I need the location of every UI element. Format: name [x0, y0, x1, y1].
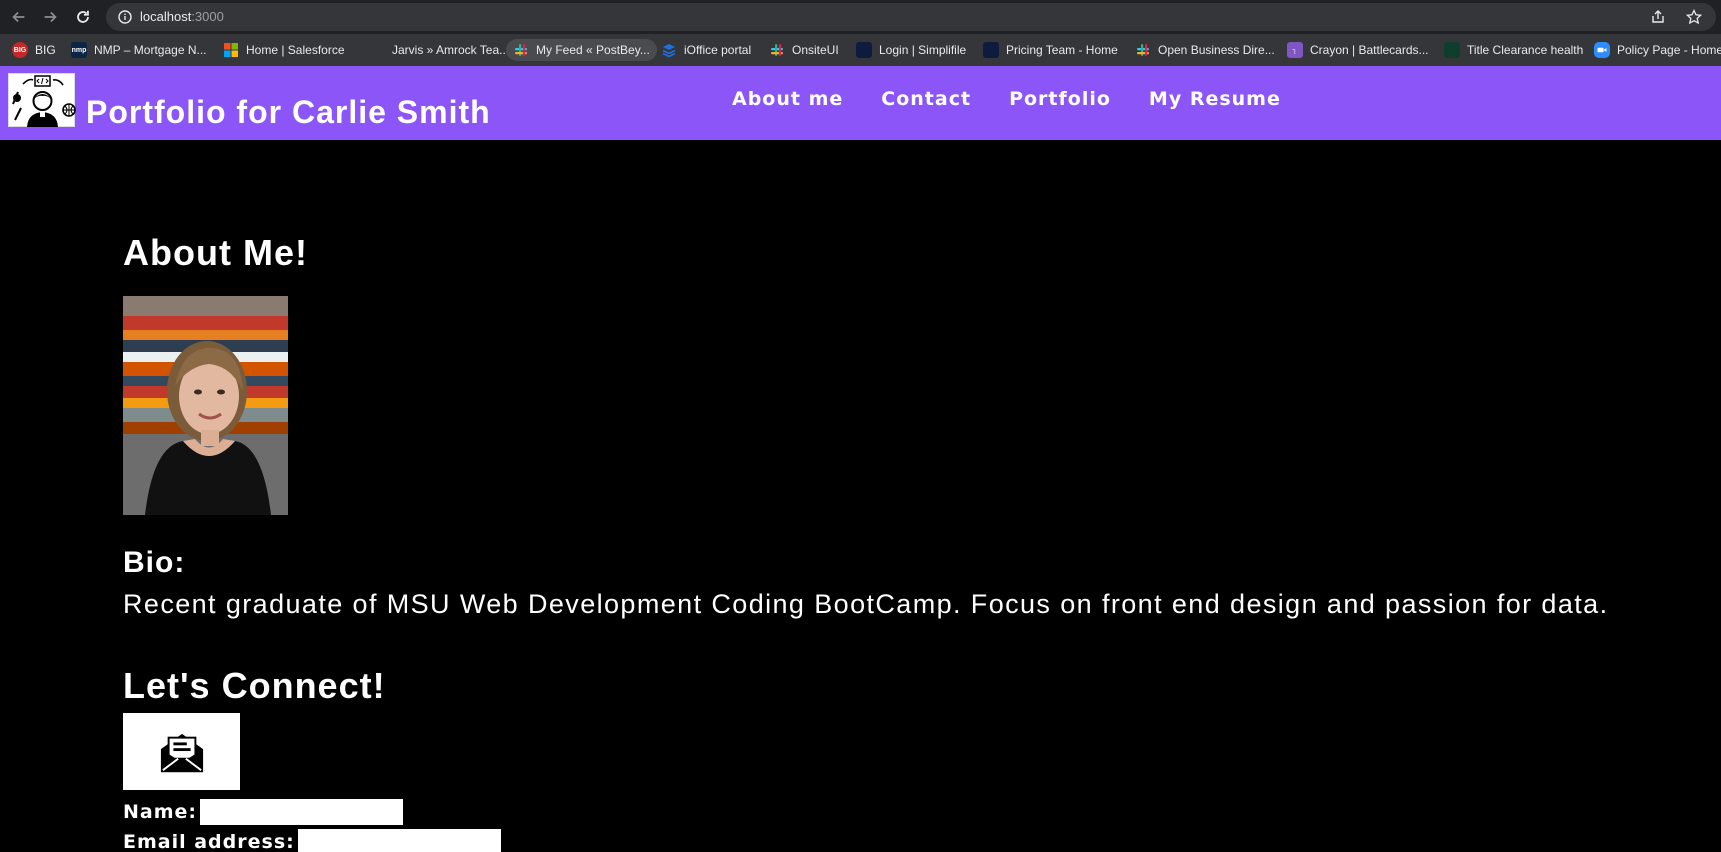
star-icon[interactable] — [1686, 9, 1702, 25]
site-header: Portfolio for Carlie Smith About me Cont… — [0, 66, 1721, 140]
bio-heading: Bio: — [123, 546, 186, 579]
zoom-icon — [1594, 42, 1610, 58]
bookmark-label: Policy Page - Home — [1617, 43, 1721, 57]
bookmarks-bar: BIG BIG nmp NMP – Mortgage N... Home | S… — [0, 34, 1721, 66]
arrow-right-icon — [44, 11, 57, 23]
bookmark-label: Login | Simplifile — [879, 43, 967, 57]
reload-button[interactable] — [73, 7, 93, 27]
bookmark-label: Pricing Team - Home — [1006, 43, 1118, 57]
developer-logo — [8, 73, 76, 127]
slack-icon — [769, 42, 785, 58]
address-bar[interactable]: localhost:3000 — [106, 3, 1716, 31]
email-link[interactable] — [123, 713, 240, 790]
crayon-icon: ┐ — [1287, 42, 1303, 58]
share-icon[interactable] — [1650, 9, 1666, 25]
bookmark-label: iOffice portal — [684, 43, 752, 57]
slack-icon — [1135, 42, 1151, 58]
bookmark-title-clearance[interactable]: Title Clearance health — [1437, 39, 1590, 61]
microsoft-icon — [223, 42, 239, 58]
nmp-icon: nmp — [71, 42, 87, 58]
name-label: Name: — [123, 801, 198, 823]
bookmark-postbey[interactable]: My Feed « PostBey... — [506, 39, 657, 61]
bookmark-label: BIG — [35, 43, 56, 57]
developer-logo-icon — [12, 75, 76, 127]
nav-my-resume[interactable]: My Resume — [1149, 88, 1281, 110]
clearance-icon — [1444, 42, 1460, 58]
bookmark-label: My Feed « PostBey... — [536, 43, 650, 57]
site-title: Portfolio for Carlie Smith — [86, 94, 491, 130]
email-label: Email address: — [123, 831, 295, 852]
bookmark-simplifile[interactable]: Login | Simplifile — [849, 39, 973, 61]
back-button[interactable] — [9, 7, 29, 27]
browser-toolbar: localhost:3000 — [0, 0, 1721, 34]
bookmark-label: Title Clearance health — [1467, 43, 1584, 57]
nav-contact[interactable]: Contact — [881, 88, 971, 110]
bookmark-open-business[interactable]: Open Business Dire... — [1128, 39, 1282, 61]
rocket-icon — [983, 42, 999, 58]
simplifile-icon — [856, 42, 872, 58]
nav-portfolio[interactable]: Portfolio — [1009, 88, 1111, 110]
bookmark-label: NMP – Mortgage N... — [94, 43, 207, 57]
email-input[interactable] — [297, 829, 501, 852]
main-nav: About me Contact Portfolio My Resume — [732, 88, 1281, 110]
bookmark-onsiteui[interactable]: OnsiteUI — [762, 39, 846, 61]
bookmark-crayon[interactable]: ┐ Crayon | Battlecards... — [1280, 39, 1436, 61]
email-row: Email address: — [123, 829, 501, 852]
nav-about-me[interactable]: About me — [732, 88, 843, 110]
bookmark-label: Open Business Dire... — [1158, 43, 1275, 57]
bookmark-big[interactable]: BIG BIG — [5, 39, 63, 61]
bookmark-salesforce[interactable]: Home | Salesforce — [216, 39, 352, 61]
bookmark-label: OnsiteUI — [792, 43, 839, 57]
name-row: Name: — [123, 799, 404, 825]
bookmark-label: Jarvis » Amrock Tea... — [392, 43, 510, 57]
bookmark-policy-page[interactable]: Policy Page - Home — [1587, 39, 1721, 61]
envelope-open-icon — [160, 733, 203, 772]
reload-icon — [77, 10, 89, 23]
bookmark-label: Home | Salesforce — [246, 43, 345, 57]
profile-photo-image — [123, 296, 288, 515]
big-icon: BIG — [12, 42, 28, 58]
url-text[interactable]: localhost:3000 — [140, 9, 224, 24]
bookmark-ioffice[interactable]: iOffice portal — [654, 39, 758, 61]
bio-text: Recent graduate of MSU Web Development C… — [123, 589, 1609, 619]
bookmark-jarvis[interactable]: Jarvis » Amrock Tea... — [372, 39, 516, 61]
arrow-left-icon — [12, 11, 25, 23]
info-icon[interactable] — [118, 10, 132, 24]
name-input[interactable] — [200, 799, 404, 825]
profile-photo — [123, 296, 288, 515]
forward-button[interactable] — [40, 7, 60, 27]
bookmark-label: Crayon | Battlecards... — [1310, 43, 1429, 57]
slack-icon — [513, 42, 529, 58]
ioffice-icon — [661, 42, 677, 58]
bookmark-pricing[interactable]: Pricing Team - Home — [976, 39, 1125, 61]
bookmark-nmp[interactable]: nmp NMP – Mortgage N... — [64, 39, 214, 61]
about-heading: About Me! — [123, 232, 308, 273]
connect-heading: Let's Connect! — [123, 665, 386, 706]
